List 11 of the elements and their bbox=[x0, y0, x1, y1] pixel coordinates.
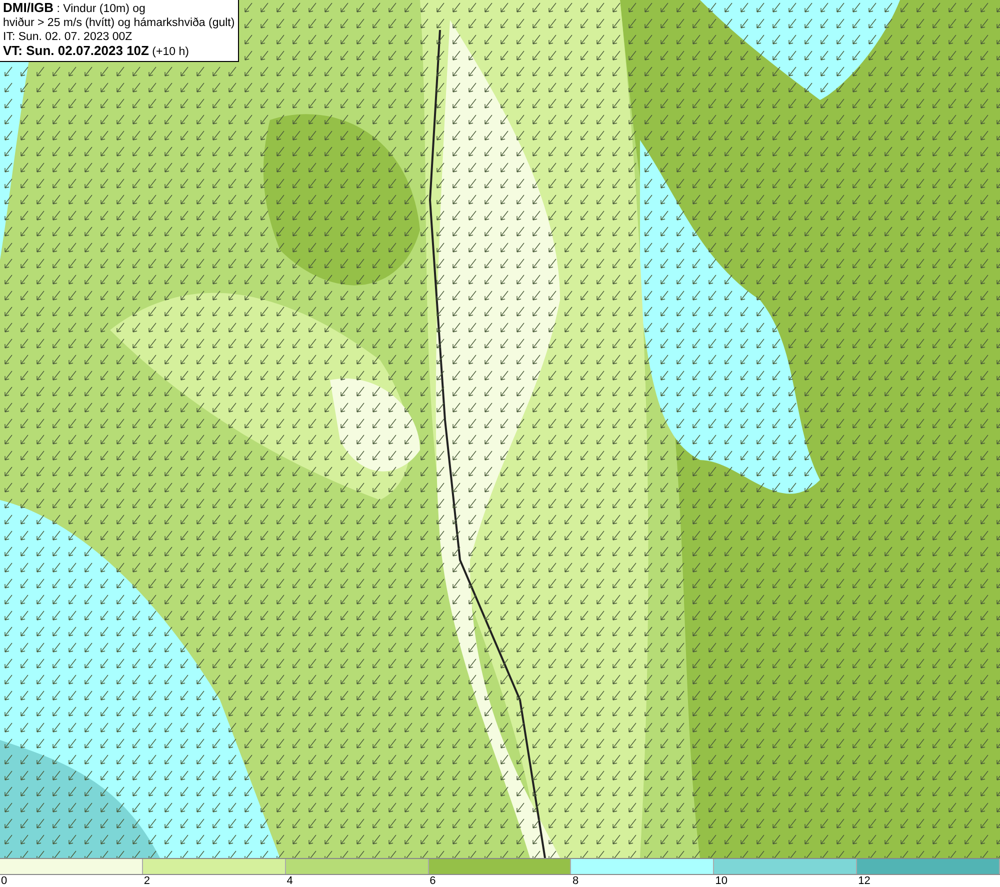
header-line: VT: Sun. 02.07.2023 10Z (+10 h) bbox=[3, 44, 190, 59]
header-line: IT: Sun. 02. 07. 2023 00Z bbox=[3, 30, 134, 44]
scale-label: 2 bbox=[144, 875, 150, 887]
scale-label: 12 bbox=[858, 875, 870, 887]
scale-label: 10 bbox=[715, 875, 728, 887]
scale-label: 6 bbox=[430, 875, 436, 887]
header-line: DMI/IGB : Vindur (10m) og bbox=[3, 1, 146, 16]
scale-label: 0 bbox=[1, 875, 8, 887]
scale-label: 8 bbox=[572, 875, 579, 887]
header-line: hviður > 25 m/s (hvítt) og hámarkshviða (gult) bbox=[3, 16, 235, 30]
scale-label: 4 bbox=[286, 875, 293, 887]
